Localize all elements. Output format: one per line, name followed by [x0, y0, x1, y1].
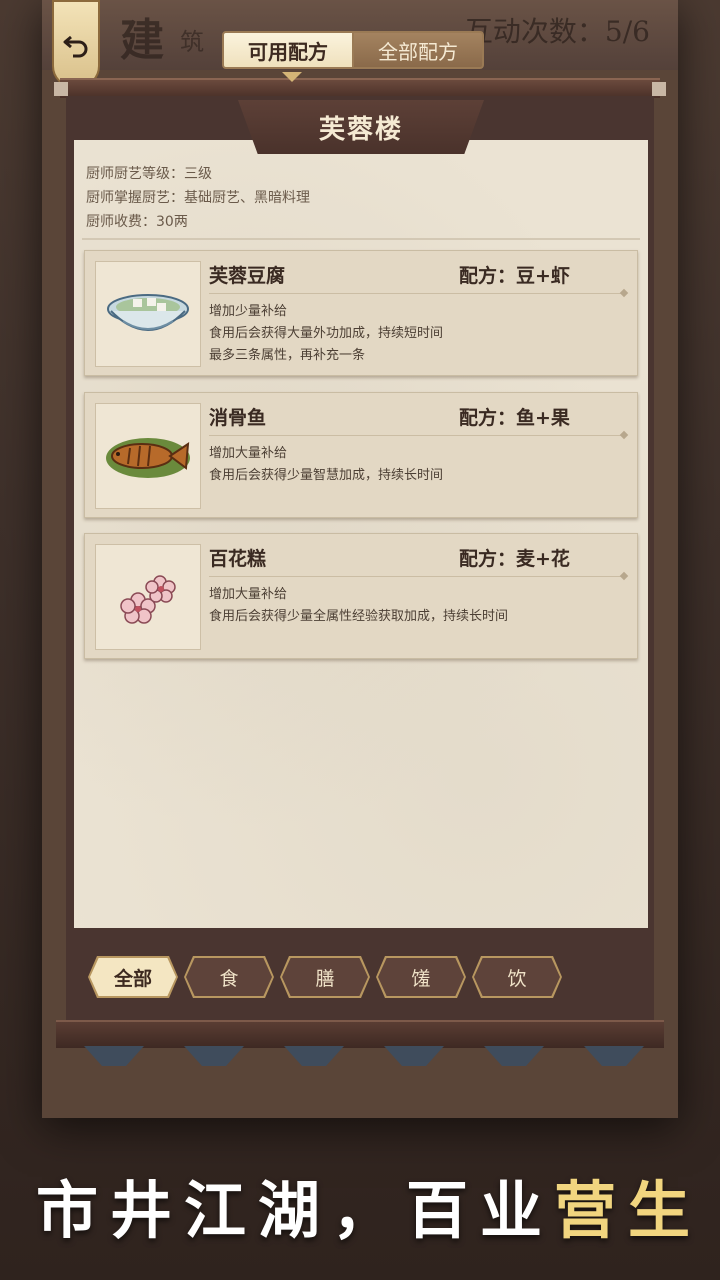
divider — [82, 238, 640, 240]
recipe-formula: 配方：麦+花 — [459, 548, 570, 570]
recipe-effect: 食用后会获得少量全属性经验获取加成，持续长时间 — [209, 609, 509, 624]
bg-title: 建 — [120, 15, 164, 66]
foot — [184, 1046, 244, 1066]
filter-all[interactable]: 全部 — [88, 956, 178, 998]
recipe-description: 增加少量补给 食用后会获得大量外功加成，持续短时间 最多三条属性，再补充一条 — [209, 301, 443, 367]
filter-label: 饮 — [474, 958, 560, 996]
recipe-effect: 食用后会获得大量外功加成，持续短时间 — [209, 326, 444, 341]
diamond-icon — [619, 288, 629, 298]
diamond-icon — [619, 571, 629, 581]
chef-skills: 厨师掌握厨艺：基础厨艺、黑暗料理 — [86, 190, 310, 206]
filter-label: 食 — [186, 958, 272, 996]
recipe-name: 消骨鱼 — [209, 407, 267, 429]
recipe-formula: 配方：豆+虾 — [459, 265, 570, 287]
slogan-main: 市井江湖，百业 — [36, 1174, 555, 1247]
tab-pointer-icon — [282, 72, 302, 82]
flower-cake-icon — [95, 544, 201, 650]
recipe-formula: 配方：鱼+果 — [459, 407, 570, 429]
recipe-effect: 增加少量补给 — [209, 304, 288, 319]
recipe-card[interactable]: 百花糕 配方：麦+花 增加大量补给 食用后会获得少量全属性经验获取加成，持续长时… — [84, 533, 638, 659]
filter-drink[interactable]: 饮 — [472, 956, 562, 998]
filter-meal[interactable]: 膳 — [280, 956, 370, 998]
recipe-effect: 最多三条属性，再补充一条 — [209, 348, 366, 363]
filter-label: 全部 — [90, 958, 176, 996]
foot — [484, 1046, 544, 1066]
foot — [584, 1046, 644, 1066]
recipe-description: 增加大量补给 食用后会获得少量全属性经验获取加成，持续长时间 — [209, 584, 508, 628]
scroll-bottom-rod — [56, 1020, 664, 1048]
chef-level: 厨师厨艺等级：三级 — [86, 166, 212, 182]
restaurant-name: 芙蓉楼 — [318, 114, 403, 145]
chef-info: 厨师厨艺等级：三级 厨师掌握厨艺：基础厨艺、黑暗料理 厨师收费：30两 — [86, 162, 310, 234]
category-filters: 全部 食 膳 馐 饮 — [88, 956, 562, 998]
recipe-effect: 增加大量补给 — [209, 446, 288, 461]
recipe-effect: 食用后会获得少量智慧加成，持续长时间 — [209, 468, 444, 483]
recipe-description: 增加大量补给 食用后会获得少量智慧加成，持续长时间 — [209, 443, 443, 487]
card-divider — [209, 576, 623, 577]
scroll-top-rod — [60, 78, 660, 98]
tab-available-recipes[interactable]: 可用配方 — [222, 31, 354, 69]
recipe-name: 百花糕 — [209, 548, 267, 570]
recipe-effect: 增加大量补给 — [209, 587, 288, 602]
slogan-highlight: 营生 — [554, 1174, 703, 1247]
foot — [384, 1046, 444, 1066]
recipe-card[interactable]: 消骨鱼 配方：鱼+果 增加大量补给 食用后会获得少量智慧加成，持续长时间 — [84, 392, 638, 518]
rod-cap-right — [652, 82, 666, 96]
filter-food[interactable]: 食 — [184, 956, 274, 998]
card-divider — [209, 435, 623, 436]
foot — [84, 1046, 144, 1066]
recipe-name: 芙蓉豆腐 — [209, 265, 286, 287]
back-arrow-icon — [63, 35, 88, 58]
restaurant-name-plate: 芙蓉楼 — [238, 100, 484, 154]
bg-title-small: 筑 — [180, 28, 204, 56]
rod-cap-left — [54, 82, 68, 96]
diamond-icon — [619, 430, 629, 440]
filter-label: 馐 — [378, 958, 464, 996]
recipe-card[interactable]: 芙蓉豆腐 配方：豆+虾 增加少量补给 食用后会获得大量外功加成，持续短时间 最多… — [84, 250, 638, 376]
filter-label: 膳 — [282, 958, 368, 996]
recipe-tabs: 可用配方 全部配方 — [222, 31, 484, 73]
tab-all-recipes[interactable]: 全部配方 — [354, 31, 484, 69]
tofu-soup-icon — [95, 261, 201, 367]
fish-dish-icon — [95, 403, 201, 509]
foot — [284, 1046, 344, 1066]
promo-slogan: 市井江湖，百业营生 — [36, 1160, 702, 1250]
scroll-feet — [84, 1046, 644, 1070]
filter-delicacy[interactable]: 馐 — [376, 956, 466, 998]
chef-fee: 厨师收费：30两 — [86, 214, 188, 230]
back-button[interactable] — [52, 0, 100, 88]
interaction-counter: 互动次数：5/6 — [464, 15, 650, 48]
card-divider — [209, 293, 623, 294]
